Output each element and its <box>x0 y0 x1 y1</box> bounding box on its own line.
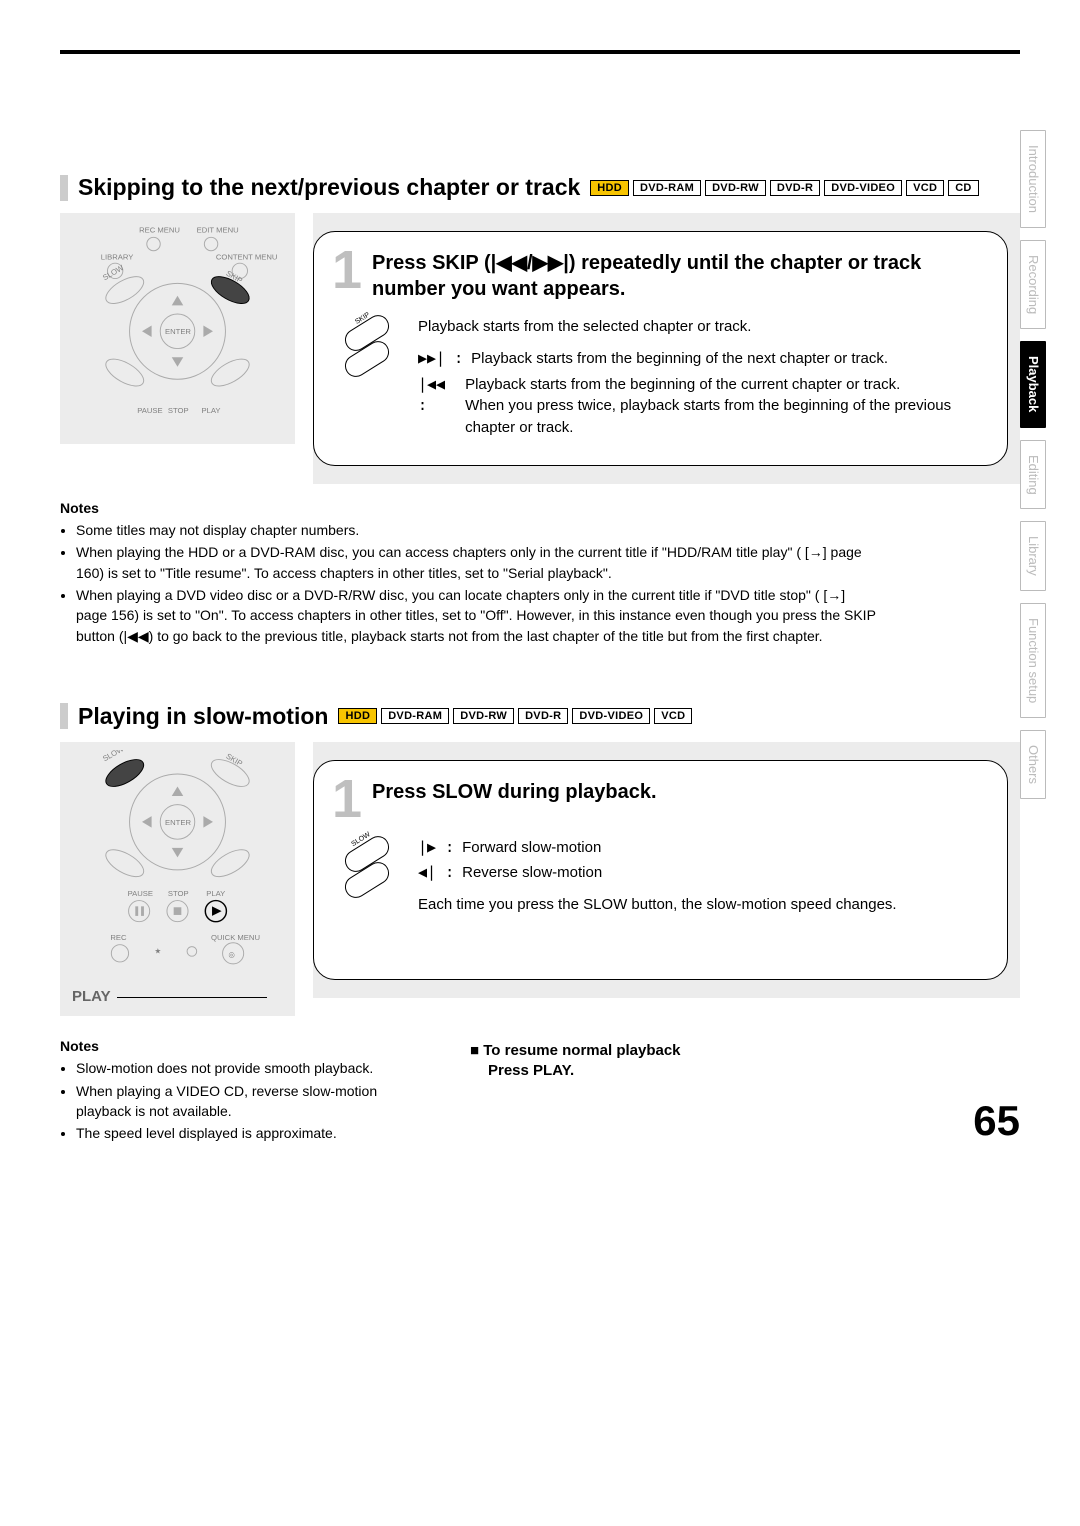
play-callout: PLAY <box>72 988 283 1008</box>
section2-header: Playing in slow-motion HDD DVD-RAM DVD-R… <box>60 703 1020 730</box>
svg-text:ENTER: ENTER <box>165 818 191 827</box>
svg-text:★: ★ <box>154 946 161 955</box>
section2-note: When playing a VIDEO CD, reverse slow-mo… <box>76 1081 420 1122</box>
badge-dvd-r: DVD-R <box>770 180 820 196</box>
skip-prev-icon: |◀◀ : <box>418 374 457 418</box>
top-rule <box>60 50 1020 54</box>
slow-fwd-icon: |▶ : <box>418 837 454 859</box>
resume-body: Press PLAY. <box>488 1062 574 1079</box>
badge-hdd: HDD <box>590 180 629 196</box>
skip-prev-text1: Playback starts from the beginning of th… <box>465 376 900 393</box>
svg-text:PAUSE: PAUSE <box>137 406 162 415</box>
slow-button-icon: SLOW <box>332 837 402 916</box>
tab-introduction: Introduction <box>1020 130 1046 228</box>
section1-notes: Notes Some titles may not display chapte… <box>60 498 880 646</box>
section1-badges: HDD DVD-RAM DVD-RW DVD-R DVD-VIDEO VCD C… <box>590 180 978 196</box>
svg-text:REC MENU: REC MENU <box>139 226 180 235</box>
skip-next-icon: ▶▶| : <box>418 348 463 370</box>
step-number-icon: 1 <box>332 248 362 294</box>
section1-title: Skipping to the next/previous chapter or… <box>78 174 580 201</box>
badge-vcd: VCD <box>654 708 692 724</box>
svg-text:STOP: STOP <box>168 406 189 415</box>
svg-text:SKIP: SKIP <box>224 751 244 768</box>
badge-dvd-rw: DVD-RW <box>705 180 766 196</box>
remote-illustration-2: SLOW SKIP ENTER PAUSE STOP PLAY <box>60 742 295 1016</box>
badge-dvd-ram: DVD-RAM <box>381 708 449 724</box>
badge-dvd-video: DVD-VIDEO <box>572 708 650 724</box>
svg-text:CONTENT MENU: CONTENT MENU <box>216 252 278 261</box>
section1-header: Skipping to the next/previous chapter or… <box>60 174 1020 201</box>
badge-dvd-r: DVD-R <box>518 708 568 724</box>
badge-dvd-ram: DVD-RAM <box>633 180 701 196</box>
section2-note: The speed level displayed is approximate… <box>76 1123 420 1143</box>
slow-fwd-text: Forward slow-motion <box>462 837 601 859</box>
skip-prev-text2: When you press twice, playback starts fr… <box>465 397 951 436</box>
svg-text:EDIT MENU: EDIT MENU <box>197 226 239 235</box>
section2-instruction: 1 Press SLOW during playback. SLOW |▶ : <box>313 760 1008 980</box>
step1-intro: Playback starts from the selected chapte… <box>418 316 983 338</box>
tab-library: Library <box>1020 521 1046 591</box>
step1-text: Press SKIP (|◀◀/▶▶|) repeatedly until th… <box>372 250 983 302</box>
svg-text:ENTER: ENTER <box>165 327 191 336</box>
section1-note: When playing the HDD or a DVD-RAM disc, … <box>76 542 880 583</box>
remote-illustration-1: REC MENU EDIT MENU LIBRARY CONTENT MENU … <box>60 213 295 444</box>
section2-notes: Notes Slow-motion does not provide smoot… <box>60 1030 420 1145</box>
square-bullet-icon: ■ <box>470 1042 483 1059</box>
svg-text:PAUSE: PAUSE <box>128 889 153 898</box>
svg-text:PLAY: PLAY <box>201 406 220 415</box>
badge-dvd-video: DVD-VIDEO <box>824 180 902 196</box>
section1-content: REC MENU EDIT MENU LIBRARY CONTENT MENU … <box>60 213 1020 484</box>
tab-playback: Playback <box>1020 341 1046 427</box>
title-bar-icon <box>60 175 68 201</box>
slow-rev-icon: ◀| : <box>418 862 454 884</box>
tab-function-setup: Function setup <box>1020 603 1046 718</box>
section2-title: Playing in slow-motion <box>78 703 328 730</box>
notes-heading: Notes <box>60 498 880 518</box>
title-bar-icon <box>60 703 68 729</box>
resume-heading: To resume normal playback <box>483 1042 680 1059</box>
svg-text:QUICK MENU: QUICK MENU <box>211 933 260 942</box>
svg-text:PLAY: PLAY <box>206 889 225 898</box>
section1-note: When playing a DVD video disc or a DVD-R… <box>76 585 880 646</box>
section1-instruction: 1 Press SKIP (|◀◀/▶▶|) repeatedly until … <box>313 231 1008 466</box>
notes-heading: Notes <box>60 1036 420 1056</box>
tab-recording: Recording <box>1020 240 1046 329</box>
section2-content: SLOW SKIP ENTER PAUSE STOP PLAY <box>60 742 1020 1016</box>
side-tabs: Introduction Recording Playback Editing … <box>1020 130 1046 799</box>
svg-text:SLOW: SLOW <box>101 750 126 763</box>
svg-text:◎: ◎ <box>228 950 235 959</box>
step2-text: Press SLOW during playback. <box>372 779 657 805</box>
tab-editing: Editing <box>1020 440 1046 510</box>
badge-vcd: VCD <box>906 180 944 196</box>
tab-others: Others <box>1020 730 1046 799</box>
skip-next-text: Playback starts from the beginning of th… <box>471 348 888 370</box>
page-number: 65 <box>973 1097 1020 1145</box>
svg-text:SLOW: SLOW <box>101 263 126 282</box>
svg-text:LIBRARY: LIBRARY <box>101 252 134 261</box>
section2-note: Slow-motion does not provide smooth play… <box>76 1058 420 1078</box>
badge-cd: CD <box>948 180 979 196</box>
slow-extra-text: Each time you press the SLOW button, the… <box>418 894 897 916</box>
badge-dvd-rw: DVD-RW <box>453 708 514 724</box>
slow-rev-text: Reverse slow-motion <box>462 862 602 884</box>
section1-note: Some titles may not display chapter numb… <box>76 520 880 540</box>
svg-text:REC: REC <box>110 933 127 942</box>
resume-playback-block: ■ To resume normal playback Press PLAY. <box>470 1042 681 1079</box>
step-number-icon: 1 <box>332 777 362 823</box>
section2-badges: HDD DVD-RAM DVD-RW DVD-R DVD-VIDEO VCD <box>338 708 692 724</box>
badge-hdd: HDD <box>338 708 377 724</box>
skip-button-icon: SKIP <box>332 316 402 443</box>
svg-text:STOP: STOP <box>168 889 189 898</box>
